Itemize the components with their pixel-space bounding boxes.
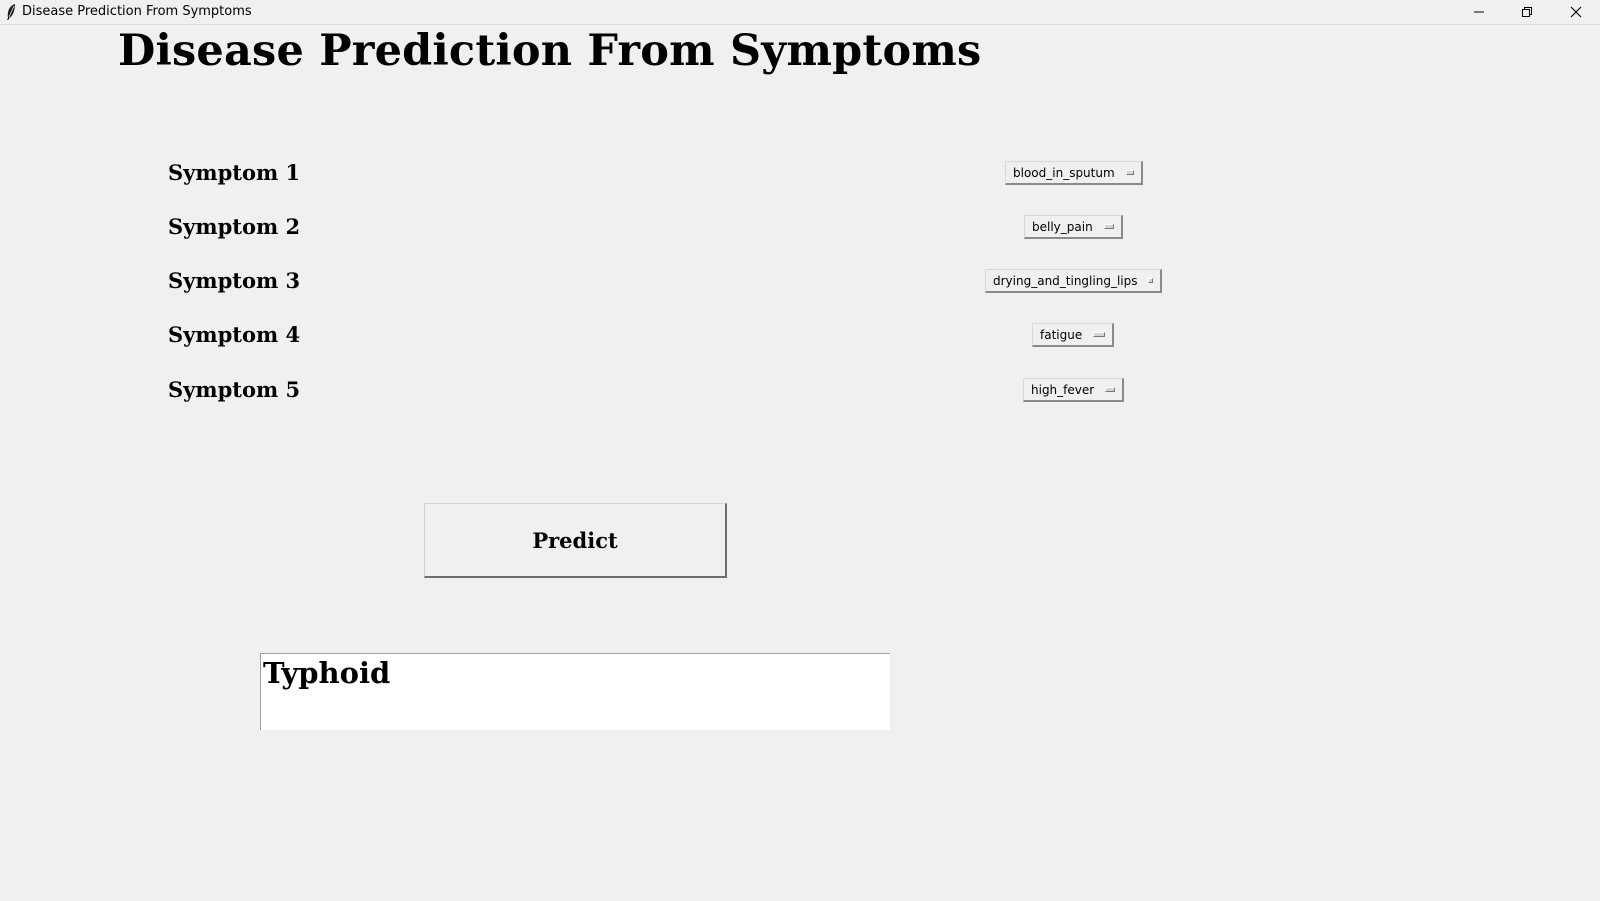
symptom-3-dropdown[interactable]: drying_and_tingling_lips [985, 269, 1162, 293]
symptom-2-value: belly_pain [1032, 219, 1093, 234]
result-text: Typhoid [263, 656, 391, 690]
symptom-3-label: Symptom 3 [168, 268, 301, 293]
feather-icon [5, 3, 17, 21]
symptom-2-label: Symptom 2 [168, 214, 301, 239]
dropdown-indicator-icon [1093, 332, 1105, 337]
result-textbox[interactable]: Typhoid [260, 653, 890, 730]
title-bar: Disease Prediction From Symptoms [0, 0, 1600, 25]
dropdown-indicator-icon [1105, 387, 1115, 392]
symptom-2-dropdown[interactable]: belly_pain [1024, 215, 1123, 239]
restore-icon [1521, 6, 1533, 18]
window-title: Disease Prediction From Symptoms [22, 4, 252, 19]
dropdown-indicator-icon [1103, 224, 1114, 229]
page-title: Disease Prediction From Symptoms [118, 26, 982, 76]
minimize-button[interactable] [1456, 0, 1502, 24]
symptom-5-value: high_fever [1031, 382, 1095, 397]
symptom-1-label: Symptom 1 [168, 160, 301, 185]
symptom-5-label: Symptom 5 [168, 377, 301, 402]
symptom-5-dropdown[interactable]: high_fever [1023, 378, 1124, 402]
dropdown-indicator-icon [1148, 278, 1153, 283]
close-icon [1570, 6, 1582, 18]
symptom-1-dropdown[interactable]: blood_in_sputum [1005, 161, 1143, 185]
minimize-icon [1473, 6, 1485, 18]
dropdown-indicator-icon [1125, 170, 1134, 175]
maximize-button[interactable] [1504, 0, 1550, 24]
symptom-4-label: Symptom 4 [168, 322, 301, 347]
symptom-1-value: blood_in_sputum [1013, 165, 1115, 180]
symptom-4-value: fatigue [1040, 327, 1083, 342]
close-button[interactable] [1553, 0, 1599, 24]
symptom-3-value: drying_and_tingling_lips [993, 273, 1138, 288]
predict-button[interactable]: Predict [424, 503, 727, 578]
symptom-4-dropdown[interactable]: fatigue [1032, 323, 1114, 347]
